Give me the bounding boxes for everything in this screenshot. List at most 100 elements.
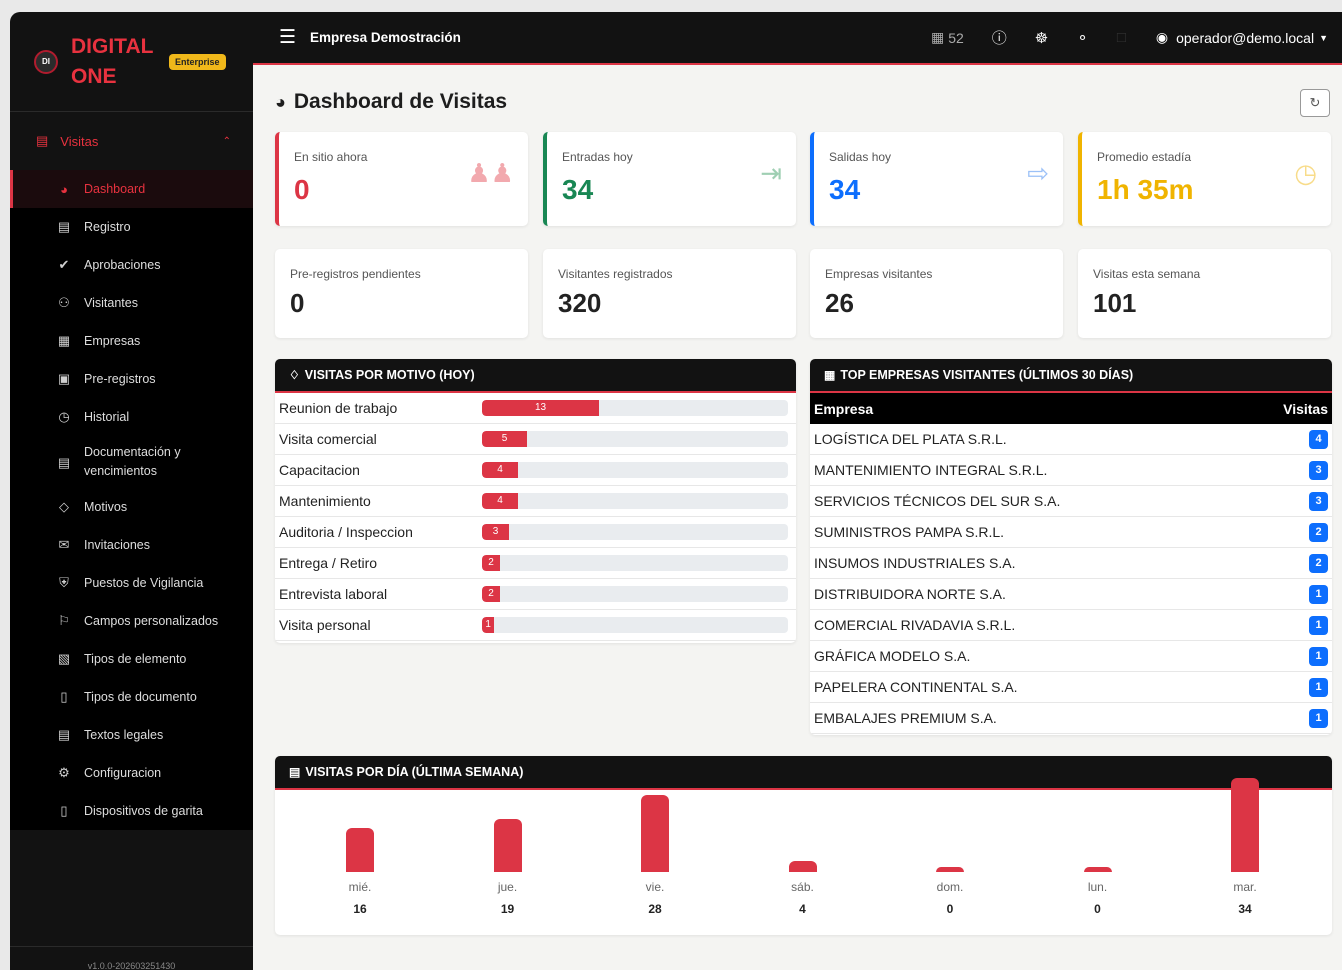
visits-badge: 3 [1309,491,1328,511]
chart-bar[interactable] [346,827,374,872]
visits-badge: 2 [1309,522,1328,542]
motivo-row: Auditoria / Inspeccion 3 [275,517,796,548]
stat-value: 0 [290,288,305,318]
envelope-open-icon: ✉ [58,537,70,552]
motivo-name: Entrevista laboral [279,586,388,602]
sidebar-item-textos-legales[interactable]: ▤ Textos legales [10,716,253,754]
column-visitas[interactable]: Visitas [1283,401,1328,417]
nav-group-label: Visitas [60,133,99,149]
sidebar-item-label: Registro [84,220,131,234]
progress-bar: 4 [482,462,788,478]
empresa-name: INSUMOS INDUSTRIALES S.A. [814,555,1016,571]
motivo-name: Visita personal [279,617,371,633]
chart-data-label: 16 [353,902,367,916]
table-row: MANTENIMIENTO INTEGRAL S.R.L. 3 [810,455,1332,486]
sidebar-item-motivos[interactable]: ◇ Motivos [10,488,253,526]
progress-fill: 4 [482,462,518,478]
id-card-icon: ▤ [36,133,49,148]
chart-column-labels: sáb. 4 [763,880,843,916]
company-name[interactable]: Empresa Demostración [310,30,461,45]
visits-badge: 1 [1309,708,1328,728]
chart-bar[interactable] [936,867,964,872]
panel-title: VISITAS POR DÍA (ÚLTIMA SEMANA) [305,765,524,779]
stat-label: Empresas visitantes [825,267,933,281]
column-empresa[interactable]: Empresa [814,401,873,417]
sidebar-item-label: Pre-registros [84,372,156,386]
chart-bar[interactable] [788,860,817,872]
sidebar-item-pre-registros[interactable]: ▣ Pre-registros [10,360,253,398]
chart-bar[interactable] [493,819,522,872]
sidebar-item-documentación-y-vencimientos[interactable]: ▤ Documentación y vencimientos [10,436,253,488]
stat-label: Visitas esta semana [1093,267,1201,281]
calendar-icon: ▤ [289,765,301,779]
chart-tick-label: mar. [1233,880,1257,894]
chart-bar[interactable] [641,794,669,872]
sidebar-item-historial[interactable]: ◷ Historial [10,398,253,436]
sidebar-item-dashboard[interactable]: ◕ Dashboard [10,170,253,208]
sidebar-item-tipos-de-elemento[interactable]: ▧ Tipos de elemento [10,640,253,678]
panel-title: VISITAS POR MOTIVO (HOY) [304,368,475,382]
chart-data-label: 34 [1238,902,1252,916]
sidebar-item-label: Configuracion [84,766,162,780]
sidebar-item-dispositivos-de-garita[interactable]: ▯ Dispositivos de garita [10,792,253,830]
chart-column-labels: mié. 16 [320,880,400,916]
brand[interactable]: DI DIGITAL ONE Enterprise [10,12,253,112]
stat-label: Pre-registros pendientes [290,267,421,281]
empresa-name: EMBALAJES PREMIUM S.A. [814,710,997,726]
empresas-table-body: LOGÍSTICA DEL PLATA S.R.L. 4 MANTENIMIENTO… [810,424,1332,734]
refresh-button[interactable]: ↻ [1300,89,1330,117]
menu-toggle-icon[interactable]: ☰ [279,26,296,49]
sidebar-item-label: Tipos de documento [84,690,197,704]
bug-icon[interactable]: ☸ [1035,29,1048,47]
chart-column-labels: mar. 34 [1205,880,1285,916]
progress-bar: 2 [482,586,788,602]
day-chart: mié. 16 jue. 19 vie. 28 sáb. 4 dom. 0 lun. 0 mar. 34 [275,778,1332,933]
motivo-name: Entrega / Retiro [279,555,378,571]
stat-label: En sitio ahora [294,150,368,164]
brand-logo: DI [34,49,58,74]
motivo-row: Entrega / Retiro 2 [275,548,796,579]
progress-bar: 3 [482,524,788,540]
signpost-icon: ⚐ [58,613,70,628]
sidebar-item-campos-personalizados[interactable]: ⚐ Campos personalizados [10,602,253,640]
chart-tick-label: jue. [497,880,518,894]
sidebar-item-puestos-de-vigilancia[interactable]: ⛨ Puestos de Vigilancia [10,564,253,602]
chart-bar[interactable] [1231,778,1259,872]
stat-value: 1h 35m [1097,174,1194,205]
motivo-row: Mantenimiento 4 [275,486,796,517]
sidebar-item-visitantes[interactable]: ⚇ Visitantes [10,284,253,322]
table-row: SUMINISTROS PAMPA S.R.L. 2 [810,517,1332,548]
sidebar-item-registro[interactable]: ▤ Registro [10,208,253,246]
lightbulb-icon[interactable]: ⚬ [1076,29,1089,47]
user-menu[interactable]: ◉ operador@demo.local ▼ [1156,29,1328,46]
nav-group-visitas[interactable]: ▤ Visitas ⌃ [10,112,253,170]
stat-card-semana: Visitas esta semana 101 [1078,249,1331,338]
chart-data-label: 28 [648,902,662,916]
table-row: INSUMOS INDUSTRIALES S.A. 2 [810,548,1332,579]
sidebar-item-tipos-de-documento[interactable]: ▯ Tipos de documento [10,678,253,716]
sidebar-item-label: Documentación y vencimientos [84,445,181,478]
empresa-name: GRÁFICA MODELO S.A. [814,648,971,664]
stat-card-promedio: Promedio estadía 1h 35m ◷ [1078,132,1331,226]
sidebar: DI DIGITAL ONE Enterprise ▤ Visitas ⌃ ◕ D… [10,12,253,970]
stat-value: 0 [294,174,310,205]
box-icon: ▧ [57,651,71,666]
chat-icon[interactable]: □ [1117,29,1126,46]
panel-header: ▦ TOP EMPRESAS VISITANTES (ÚLTIMOS 30 DÍ… [810,359,1332,393]
stat-label: Salidas hoy [829,150,892,164]
chart-data-label: 19 [500,902,515,916]
motivo-row: Entrevista laboral 2 [275,579,796,610]
progress-fill: 4 [482,493,518,509]
sidebar-item-invitaciones[interactable]: ✉ Invitaciones [10,526,253,564]
help-icon[interactable]: ⓘ [992,27,1007,48]
building-counter[interactable]: ▦ 52 [931,29,964,46]
table-row: PAPELERA CONTINENTAL S.A. 1 [810,672,1332,703]
sidebar-item-label: Invitaciones [84,538,151,552]
sidebar-item-configuracion[interactable]: ⚙ Configuracion [10,754,253,792]
people-icon: ♟♟ [467,158,514,188]
visits-badge: 1 [1309,677,1328,697]
sidebar-item-aprobaciones[interactable]: ✔ Aprobaciones [10,246,253,284]
sidebar-item-empresas[interactable]: ▦ Empresas [10,322,253,360]
chart-bar[interactable] [1083,867,1112,872]
tag-icon: ◇ [59,499,69,514]
